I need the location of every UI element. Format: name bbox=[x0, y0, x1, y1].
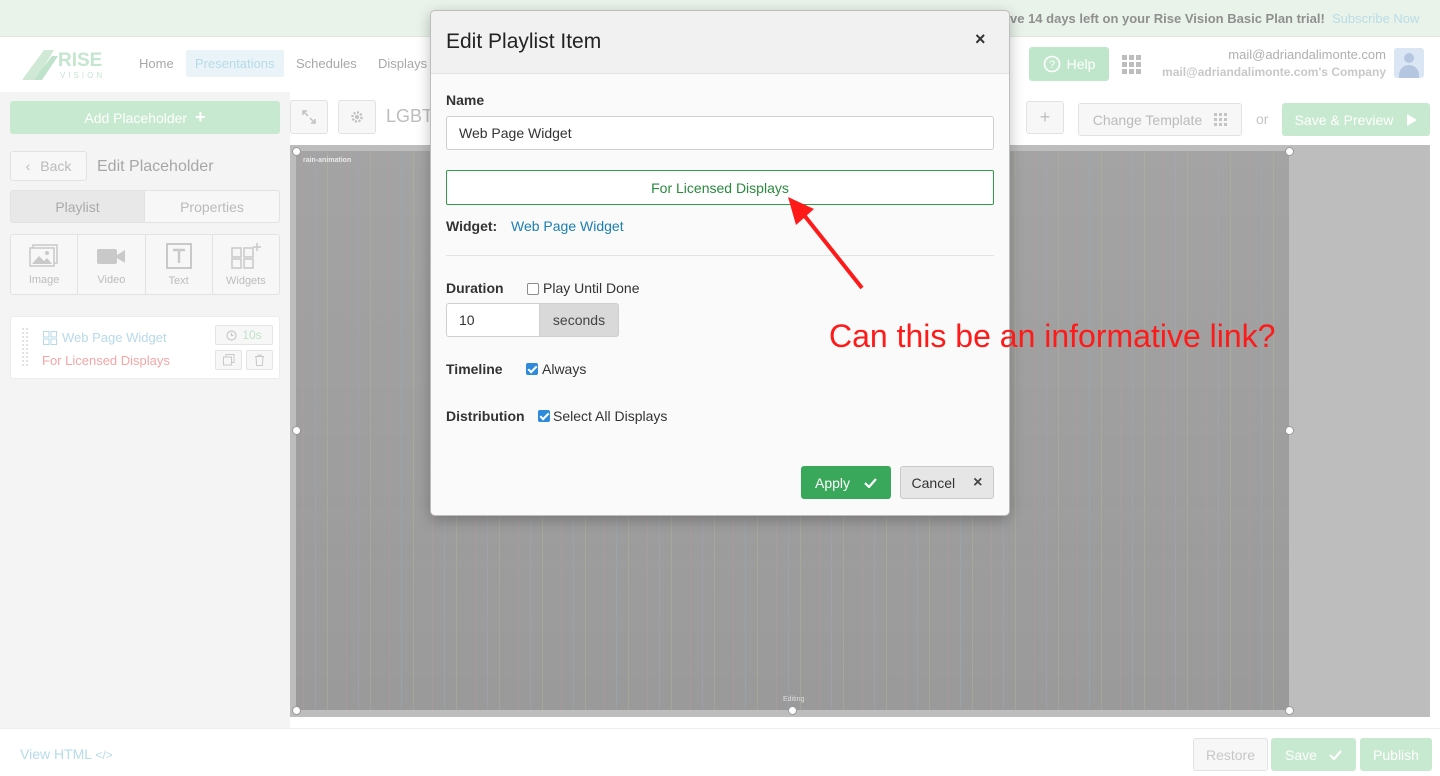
timeline-label: Timeline bbox=[446, 361, 503, 377]
widget-link[interactable]: Web Page Widget bbox=[511, 218, 624, 234]
widget-label: Widget: bbox=[446, 218, 498, 234]
select-all-displays-label[interactable]: Select All Displays bbox=[553, 408, 667, 424]
close-icon: × bbox=[973, 473, 983, 491]
duration-unit: seconds bbox=[539, 303, 619, 337]
name-label: Name bbox=[446, 92, 485, 108]
edit-playlist-item-modal: Edit Playlist Item × Name For Licensed D… bbox=[430, 10, 1010, 516]
cancel-button[interactable]: Cancel × bbox=[900, 466, 994, 499]
modal-header: Edit Playlist Item × bbox=[431, 11, 1009, 74]
modal-title: Edit Playlist Item bbox=[446, 30, 602, 53]
annotation-arrow-icon bbox=[788, 197, 864, 290]
duration-field[interactable] bbox=[446, 303, 539, 337]
play-until-done-label[interactable]: Play Until Done bbox=[543, 280, 640, 296]
name-field[interactable] bbox=[446, 116, 994, 150]
apply-label: Apply bbox=[814, 474, 851, 491]
distribution-label: Distribution bbox=[446, 408, 525, 424]
close-icon[interactable]: × bbox=[975, 29, 986, 50]
apply-button[interactable]: Apply bbox=[801, 466, 891, 499]
select-all-displays-checkbox[interactable] bbox=[538, 410, 550, 422]
annotation-text: Can this be an informative link? bbox=[829, 318, 1276, 354]
play-until-done-checkbox[interactable] bbox=[527, 283, 539, 295]
timeline-always-checkbox[interactable] bbox=[526, 363, 538, 375]
for-licensed-displays-button[interactable]: For Licensed Displays bbox=[446, 170, 994, 205]
duration-label: Duration bbox=[446, 280, 504, 296]
check-icon bbox=[864, 477, 877, 488]
divider bbox=[446, 255, 994, 256]
cancel-label: Cancel bbox=[911, 474, 956, 491]
timeline-always-label[interactable]: Always bbox=[542, 361, 586, 377]
